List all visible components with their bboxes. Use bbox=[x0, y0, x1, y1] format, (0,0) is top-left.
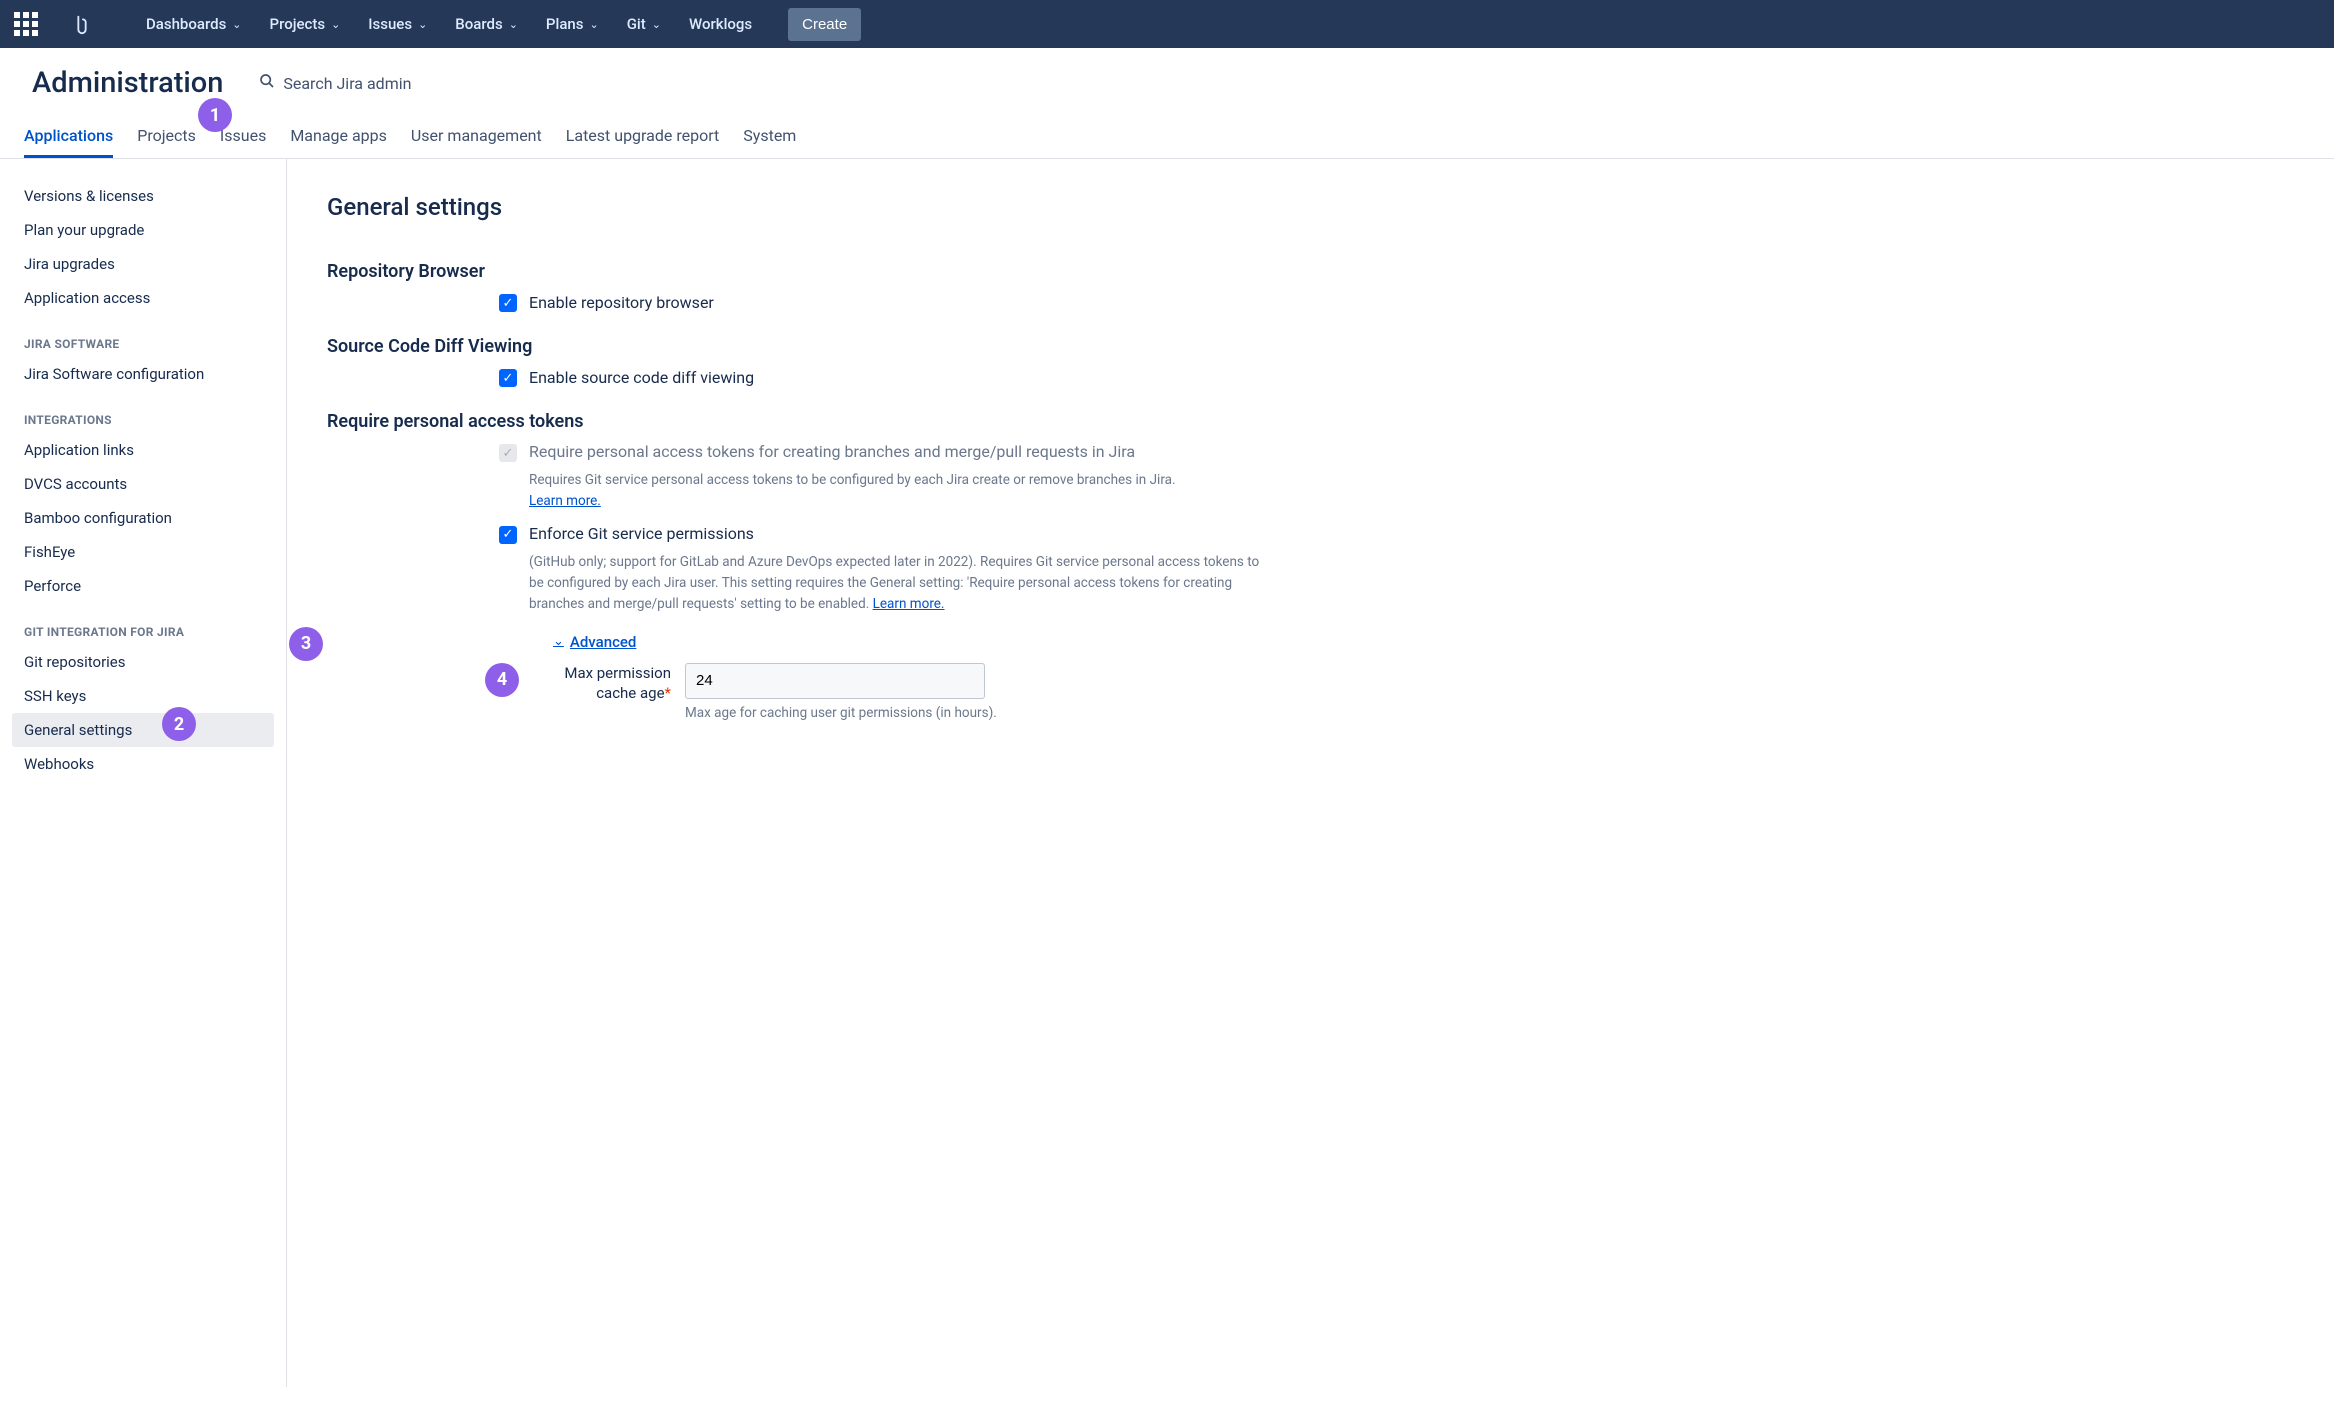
chevron-down-icon: ⌄ bbox=[589, 18, 598, 31]
create-button[interactable]: Create bbox=[788, 8, 861, 41]
nav-issues[interactable]: Issues⌄ bbox=[354, 0, 441, 48]
sidebar-heading: JIRA SOFTWARE bbox=[12, 315, 274, 357]
sidebar-item-webhooks[interactable]: Webhooks bbox=[12, 747, 274, 781]
sidebar-item-dvcs-accounts[interactable]: DVCS accounts bbox=[12, 467, 274, 501]
tab-applications[interactable]: Applications bbox=[24, 116, 113, 158]
label-require-pat: Require personal access tokens for creat… bbox=[529, 442, 1135, 461]
row-require-pat: ✓ Require personal access tokens for cre… bbox=[327, 442, 1267, 462]
help-enforce-perms: (GitHub only; support for GitLab and Azu… bbox=[327, 552, 1267, 615]
search-placeholder: Search Jira admin bbox=[283, 74, 411, 93]
label-max-perm-cache-age: Max permission cache age* bbox=[523, 663, 671, 704]
checkbox-enable-diff[interactable]: ✓ bbox=[499, 369, 517, 387]
nav-dashboards[interactable]: Dashboards⌄ bbox=[132, 0, 256, 48]
sidebar-item-versions-licenses[interactable]: Versions & licenses bbox=[12, 179, 274, 213]
nav-boards[interactable]: Boards⌄ bbox=[441, 0, 532, 48]
chevron-down-icon: ⌄ bbox=[652, 18, 661, 31]
tab-latest-upgrade-report[interactable]: Latest upgrade report bbox=[566, 116, 720, 158]
label-enable-repo-browser: Enable repository browser bbox=[529, 293, 714, 312]
row-enable-diff: ✓ Enable source code diff viewing bbox=[327, 367, 1267, 387]
checkbox-enable-repo-browser[interactable]: ✓ bbox=[499, 294, 517, 312]
sidebar-item-jira-software-configuration[interactable]: Jira Software configuration bbox=[12, 357, 274, 391]
search-icon bbox=[259, 73, 275, 93]
chevron-down-icon: ⌄ bbox=[331, 18, 340, 31]
page-header-title: Administration bbox=[32, 66, 223, 100]
advanced-toggle[interactable]: ⌄ Advanced bbox=[553, 633, 636, 653]
sidebar-heading: GIT INTEGRATION FOR JIRA bbox=[12, 603, 274, 645]
chevron-down-icon: ⌄ bbox=[418, 18, 427, 31]
sidebar-item-ssh-keys[interactable]: SSH keys bbox=[12, 679, 274, 713]
sidebar-item-perforce[interactable]: Perforce bbox=[12, 569, 274, 603]
chevron-down-icon: ⌄ bbox=[232, 18, 241, 31]
label-enable-diff: Enable source code diff viewing bbox=[529, 368, 754, 387]
nav-projects[interactable]: Projects⌄ bbox=[256, 0, 355, 48]
tab-system[interactable]: System bbox=[743, 116, 796, 158]
product-logo[interactable] bbox=[68, 10, 96, 38]
nav-worklogs[interactable]: Worklogs bbox=[675, 0, 766, 48]
annotation-badge-1: 1 bbox=[198, 98, 232, 132]
admin-header: 1 Administration Search Jira admin bbox=[0, 48, 2334, 108]
checkbox-require-pat[interactable]: ✓ bbox=[499, 444, 517, 462]
sidebar-item-application-links[interactable]: Application links bbox=[12, 433, 274, 467]
tab-projects[interactable]: Projects bbox=[137, 116, 196, 158]
section-heading-pat: Require personal access tokens bbox=[327, 411, 1267, 432]
chevron-down-icon: ⌄ bbox=[553, 634, 564, 649]
sidebar-item-bamboo-configuration[interactable]: Bamboo configuration bbox=[12, 501, 274, 535]
main-content: General settings Repository Browser ✓ En… bbox=[287, 159, 1307, 1387]
admin-tabs: ApplicationsProjectsIssuesManage appsUse… bbox=[0, 116, 2334, 159]
tab-manage-apps[interactable]: Manage apps bbox=[290, 116, 387, 158]
link-learn-more-enforce[interactable]: Learn more. bbox=[873, 596, 945, 612]
page-title: General settings bbox=[327, 193, 1267, 221]
tab-user-management[interactable]: User management bbox=[411, 116, 542, 158]
chevron-down-icon: ⌄ bbox=[509, 18, 518, 31]
link-learn-more-require[interactable]: Learn more. bbox=[529, 493, 601, 509]
checkbox-enforce-perms[interactable]: ✓ bbox=[499, 526, 517, 544]
annotation-badge-3: 3 bbox=[289, 627, 323, 661]
annotation-badge-2: 2 bbox=[162, 707, 196, 741]
section-heading-repo-browser: Repository Browser bbox=[327, 261, 1267, 282]
sidebar-item-application-access[interactable]: Application access bbox=[12, 281, 274, 315]
nav-git[interactable]: Git⌄ bbox=[613, 0, 675, 48]
top-nav: Dashboards⌄Projects⌄Issues⌄Boards⌄Plans⌄… bbox=[0, 0, 2334, 48]
sidebar-heading: INTEGRATIONS bbox=[12, 391, 274, 433]
admin-search[interactable]: Search Jira admin bbox=[259, 73, 411, 93]
sidebar-item-plan-your-upgrade[interactable]: Plan your upgrade bbox=[12, 213, 274, 247]
nav-items: Dashboards⌄Projects⌄Issues⌄Boards⌄Plans⌄… bbox=[132, 0, 766, 48]
help-require-pat: Requires Git service personal access tok… bbox=[327, 470, 1267, 512]
sidebar-item-git-repositories[interactable]: Git repositories bbox=[12, 645, 274, 679]
sidebar-item-general-settings[interactable]: General settings2 bbox=[12, 713, 274, 747]
sidebar-item-jira-upgrades[interactable]: Jira upgrades bbox=[12, 247, 274, 281]
row-enforce-perms: ✓ Enforce Git service permissions bbox=[327, 524, 1267, 544]
row-enable-repo-browser: ✓ Enable repository browser bbox=[327, 292, 1267, 312]
sidebar: Versions & licensesPlan your upgradeJira… bbox=[0, 159, 287, 1387]
nav-plans[interactable]: Plans⌄ bbox=[532, 0, 613, 48]
sidebar-item-fisheye[interactable]: FishEye bbox=[12, 535, 274, 569]
help-max-perm-cache-age: Max age for caching user git permissions… bbox=[685, 705, 997, 721]
section-heading-diff: Source Code Diff Viewing bbox=[327, 336, 1267, 357]
input-max-perm-cache-age[interactable] bbox=[685, 663, 985, 699]
app-switcher-icon[interactable] bbox=[12, 10, 40, 38]
label-enforce-perms: Enforce Git service permissions bbox=[529, 524, 754, 543]
annotation-badge-4: 4 bbox=[485, 663, 519, 697]
